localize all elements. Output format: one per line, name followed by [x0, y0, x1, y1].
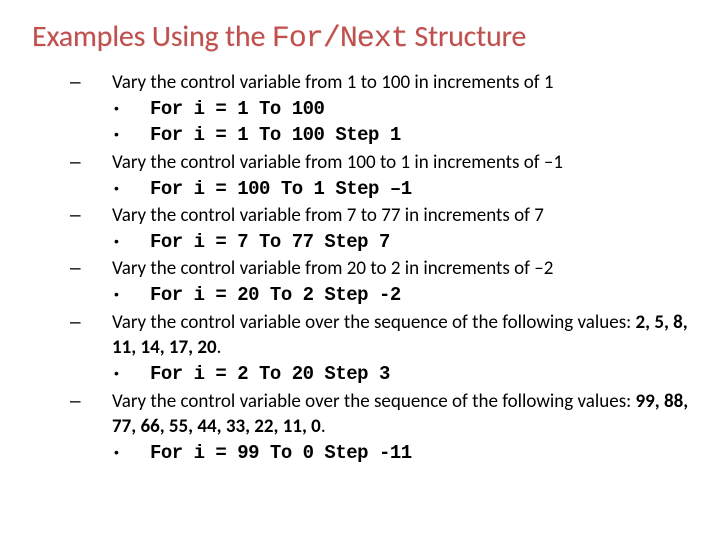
list-item: – Vary the control variable from 20 to 2… [68, 256, 702, 282]
dash-icon: – [70, 391, 81, 412]
disc-icon: • [114, 444, 119, 460]
dash-icon: – [70, 312, 81, 333]
item-text: Vary the control variable from 1 to 100 … [112, 70, 702, 96]
list-item: – Vary the control variable from 100 to … [68, 150, 702, 176]
item-text-pre: Vary the control variable over the seque… [112, 311, 636, 334]
list-item: – Vary the control variable from 1 to 10… [68, 70, 702, 96]
disc-icon: • [114, 286, 119, 302]
code-line: • For i = 7 To 77 Step 7 [68, 230, 702, 256]
dash-icon: – [70, 205, 81, 226]
list-item: – Vary the control variable over the seq… [68, 310, 702, 361]
item-text: Vary the control variable over the seque… [112, 310, 702, 361]
list-item: – Vary the control variable over the seq… [68, 389, 702, 440]
code-text: For i = 2 To 20 Step 3 [150, 362, 702, 388]
item-text: Vary the control variable from 7 to 77 i… [112, 203, 702, 229]
code-line: • For i = 2 To 20 Step 3 [68, 362, 702, 388]
dash-icon: – [70, 152, 81, 173]
item-text-pre: Vary the control variable over the seque… [112, 390, 636, 413]
disc-icon: • [114, 100, 119, 116]
disc-icon: • [114, 365, 119, 381]
code-text: For i = 1 To 100 Step 1 [150, 123, 702, 149]
code-text: For i = 1 To 100 [150, 97, 702, 123]
dash-icon: – [70, 72, 81, 93]
disc-icon: • [114, 233, 119, 249]
title-code: For/Next [272, 22, 408, 56]
title-suffix: Structure [408, 18, 526, 55]
title-prefix: Examples Using the [32, 18, 272, 55]
code-line: • For i = 20 To 2 Step -2 [68, 283, 702, 309]
dash-icon: – [70, 258, 81, 279]
disc-icon: • [114, 126, 119, 142]
item-text: Vary the control variable from 20 to 2 i… [112, 256, 702, 282]
code-text: For i = 99 To 0 Step -11 [150, 441, 702, 467]
code-line: • For i = 1 To 100 [68, 97, 702, 123]
code-text: For i = 7 To 77 Step 7 [150, 230, 702, 256]
item-text: Vary the control variable over the seque… [112, 389, 702, 440]
item-text-post: . [217, 336, 222, 359]
code-line: • For i = 1 To 100 Step 1 [68, 123, 702, 149]
code-line: • For i = 100 To 1 Step –1 [68, 177, 702, 203]
disc-icon: • [114, 180, 119, 196]
list-item: – Vary the control variable from 7 to 77… [68, 203, 702, 229]
content-area: – Vary the control variable from 1 to 10… [32, 70, 702, 467]
item-text-post: . [321, 415, 326, 438]
code-text: For i = 20 To 2 Step -2 [150, 283, 702, 309]
code-line: • For i = 99 To 0 Step -11 [68, 441, 702, 467]
item-text: Vary the control variable from 100 to 1 … [112, 150, 702, 176]
code-text: For i = 100 To 1 Step –1 [150, 177, 702, 203]
slide-title: Examples Using the For/Next Structure [32, 18, 702, 56]
